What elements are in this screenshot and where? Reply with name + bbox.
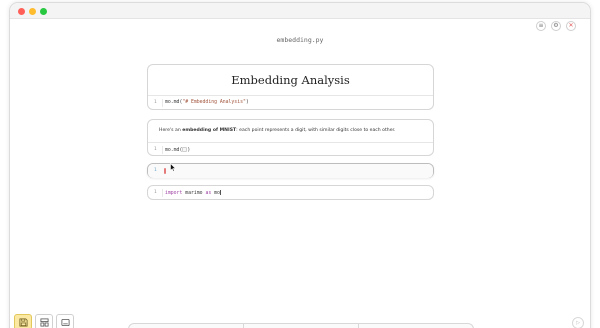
layout-button[interactable] [35,314,53,328]
menu-icon: ≡ [538,22,544,29]
gear-icon: ⚙ [553,22,559,29]
cell-output: Embedding Analysis [148,65,433,96]
gutter-divider [162,99,163,107]
code-paren: ) [187,148,191,153]
text-cursor [219,190,221,195]
code-module: marimo [182,191,206,196]
save-button[interactable] [14,314,32,328]
code-alias: mo [211,191,220,196]
code-editor[interactable]: 1 import marimo as mo [148,186,433,200]
code-line[interactable]: import marimo as mo [165,190,221,196]
console-icon [60,318,70,326]
menu-button[interactable]: ≡ [536,21,546,31]
output-text-pre: Here's an [159,128,183,133]
code-editor[interactable]: 1 mo.md() [148,143,433,157]
line-number: 1 [154,100,157,105]
code-string: "# Embedding Analysis" [182,100,246,105]
text-cursor [164,168,166,174]
output-heading: Embedding Analysis [231,73,350,87]
save-icon [18,317,28,327]
notebook-cell[interactable]: 1 import marimo as mo [147,185,434,200]
code-function: mo.md( [165,100,183,105]
code-keyword-import: import [165,191,183,196]
notebook-cell[interactable]: Embedding Analysis 1 mo.md("# Embedding … [147,64,434,110]
code-line[interactable]: mo.md("# Embedding Analysis") [165,100,249,105]
code-line[interactable]: mo.md() [165,147,190,153]
layout-icon [39,317,49,327]
output-text-bold: embedding of MNIST [182,128,237,133]
console-button[interactable] [56,314,74,328]
notebook-cell[interactable]: Here's an embedding of MNIST: each point… [147,119,434,156]
shutdown-button[interactable]: ✕ [566,21,576,31]
window-maximize-button[interactable] [40,8,47,15]
line-number: 1 [154,190,157,195]
code-paren: ) [245,100,249,105]
footer-panel[interactable] [128,323,474,328]
mouse-pointer-icon [170,163,176,172]
code-editor[interactable]: 1 [148,164,433,178]
output-text-post: : each point represents a digit, with si… [236,128,396,133]
close-icon: ✕ [568,22,574,29]
cell-output: Here's an embedding of MNIST: each point… [148,120,433,143]
play-icon: ▷ [576,320,580,326]
code-function: mo.md( [165,148,183,153]
gutter-divider [162,146,163,154]
window-minimize-button[interactable] [29,8,36,15]
settings-button[interactable]: ⚙ [551,21,561,31]
window-close-button[interactable] [18,8,25,15]
line-number: 1 [154,147,157,152]
gutter-divider [162,189,163,197]
line-number: 1 [154,168,157,173]
notebook-filename[interactable]: embedding.py [0,36,600,44]
footer-divider [243,324,244,328]
code-editor[interactable]: 1 mo.md("# Embedding Analysis") [148,96,433,110]
output-paragraph: Here's an embedding of MNIST: each point… [159,128,395,133]
footer-divider [358,324,359,328]
notebook-cell-active[interactable]: 1 [147,163,434,178]
run-button[interactable]: ▷ [572,317,584,328]
title-bar [10,3,590,19]
